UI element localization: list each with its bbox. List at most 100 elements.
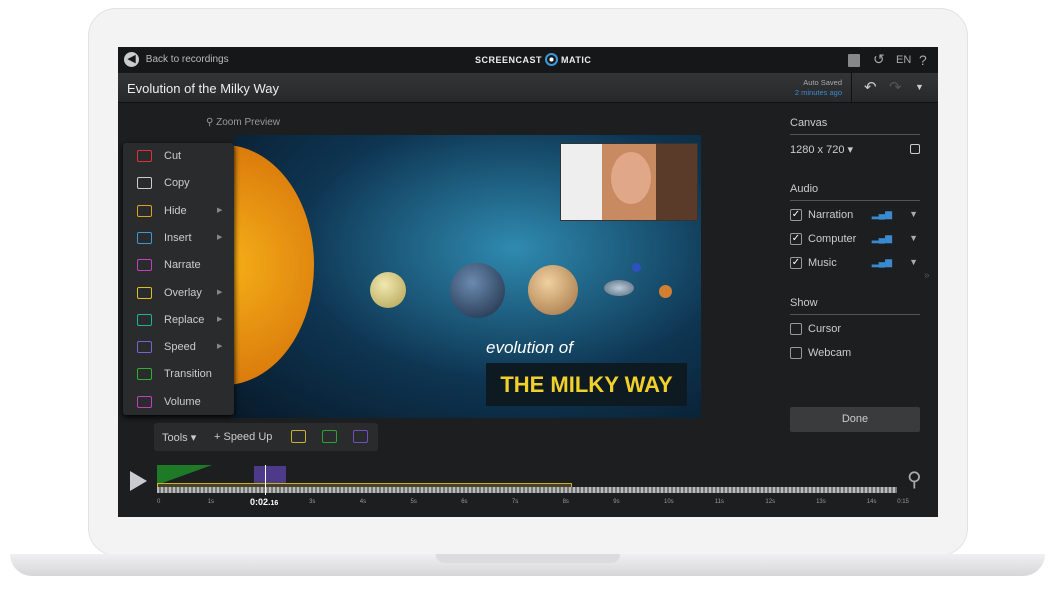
show-option-cursor[interactable]: Cursor <box>790 323 920 347</box>
redo-icon[interactable]: ↷ <box>889 78 902 96</box>
tools-menu-item-insert[interactable]: Insert ▶ <box>123 225 234 252</box>
logo: SCREENCAST MATIC <box>475 53 592 66</box>
back-button[interactable]: ◀ Back to recordings <box>124 52 229 68</box>
back-label: Back to recordings <box>145 54 229 65</box>
timeline-tick: 0 <box>157 499 161 505</box>
tools-menu: Cut Copy Hide ▶ Insert ▶ Narrate Overlay ▶ Replac… <box>123 143 234 415</box>
hide-icon <box>137 204 152 217</box>
app-screen: ◀ Back to recordings SCREENCAST MATIC ↺ … <box>118 47 938 517</box>
collapse-panel-icon[interactable]: » <box>924 270 930 281</box>
speed-up-button[interactable]: + Speed Up <box>214 431 272 443</box>
playhead[interactable] <box>265 465 266 495</box>
tools-menu-item-volume[interactable]: Volume <box>123 389 234 416</box>
transition-icon <box>137 368 152 381</box>
timeline-tick: 7s <box>511 499 519 505</box>
audio-option-music[interactable]: ✓ Music ▂▄▆ ▼ <box>790 257 920 281</box>
checkbox[interactable]: ✓ <box>790 257 802 270</box>
title-bar: Evolution of the Milky Way Auto Saved 2 … <box>118 73 938 103</box>
canvas-size-dropdown[interactable]: 1280 x 720 ▾ <box>790 143 920 167</box>
submenu-arrow-icon: ▶ <box>217 343 223 351</box>
canvas-heading: Canvas <box>790 117 920 135</box>
timeline-tick: 8s <box>562 499 569 505</box>
timeline-track[interactable] <box>157 465 897 495</box>
autosave-status: Auto Saved 2 minutes ago <box>794 78 842 97</box>
narrate-icon <box>137 259 152 272</box>
logo-circle-icon <box>545 53 559 66</box>
submenu-arrow-icon: ▶ <box>217 206 223 214</box>
audio-option-computer[interactable]: ✓ Computer ▂▄▆ ▼ <box>790 233 920 257</box>
checkbox[interactable] <box>790 347 802 360</box>
transition-marker <box>157 465 212 485</box>
submenu-arrow-icon: ▶ <box>217 233 223 241</box>
tools-menu-item-overlay[interactable]: Overlay ▶ <box>123 280 234 307</box>
overlay-subtitle: evolution of <box>486 338 573 357</box>
show-option-webcam[interactable]: Webcam <box>790 347 920 371</box>
tools-menu-item-narrate[interactable]: Narrate <box>123 252 234 279</box>
search-icon: ⚲ <box>206 117 214 128</box>
webcam-overlay[interactable] <box>560 143 698 221</box>
tools-menu-item-replace[interactable]: Replace ▶ <box>123 307 234 334</box>
timeline-tick: 3s <box>309 499 316 505</box>
timeline-tick: 12s <box>765 499 776 505</box>
timeline-tick: 11s <box>714 499 724 505</box>
volume-segment <box>254 466 286 483</box>
timeline-tick: 1s <box>207 499 215 505</box>
checkbox[interactable]: ✓ <box>790 233 802 246</box>
speed-icon <box>137 341 152 354</box>
volume-icon <box>137 395 152 408</box>
laptop-notch <box>436 554 620 563</box>
timeline-toolbar: Tools ▾ + Speed Up <box>154 423 378 451</box>
chevron-down-icon[interactable]: ▼ <box>909 209 918 219</box>
webcam-face <box>611 152 651 204</box>
timeline-tick: 14s <box>866 499 877 505</box>
tools-menu-item-cut[interactable]: Cut <box>123 143 234 170</box>
chevron-down-icon[interactable]: ▼ <box>909 257 918 267</box>
undo-icon[interactable]: ↶ <box>864 78 877 96</box>
overlay-icon <box>137 286 152 299</box>
timeline-tick: 4s <box>359 499 367 505</box>
volume-level-icon: ▂▄▆ <box>871 233 892 243</box>
replace-icon <box>137 313 152 326</box>
timeline-tick: 9s <box>613 499 620 505</box>
submenu-arrow-icon: ▶ <box>217 288 223 296</box>
checklist-icon[interactable] <box>848 54 860 67</box>
tools-menu-item-copy[interactable]: Copy <box>123 170 234 197</box>
timeline-zoom-icon[interactable]: ⚲ <box>907 467 922 492</box>
timeline-tick: 5s <box>410 499 417 505</box>
show-heading: Show <box>790 297 920 315</box>
back-arrow-icon: ◀ <box>124 52 139 67</box>
language-button[interactable]: EN <box>896 54 911 66</box>
checkbox[interactable]: ✓ <box>790 209 802 222</box>
history-icon[interactable]: ↺ <box>873 51 885 68</box>
top-bar: ◀ Back to recordings SCREENCAST MATIC ↺ … <box>118 47 938 73</box>
chevron-down-icon[interactable]: ▼ <box>909 233 918 243</box>
more-dropdown-icon[interactable]: ▼ <box>915 82 924 92</box>
play-button[interactable] <box>130 471 147 491</box>
video-preview: evolution of THE MILKY WAY <box>134 135 701 418</box>
help-button[interactable]: ? <box>919 52 927 68</box>
canvas-color-swatch <box>910 144 920 154</box>
volume-level-icon: ▂▄▆ <box>871 209 892 219</box>
timeline-tick: 0:15 <box>897 499 909 505</box>
audio-waveform <box>157 487 897 493</box>
project-title[interactable]: Evolution of the Milky Way <box>127 81 279 96</box>
cut-icon <box>137 150 152 162</box>
audio-heading: Audio <box>790 183 920 201</box>
tools-dropdown[interactable]: Tools ▾ <box>162 431 196 444</box>
tools-menu-item-hide[interactable]: Hide ▶ <box>123 198 234 225</box>
tools-menu-item-transition[interactable]: Transition <box>123 361 234 388</box>
overlay-title: THE MILKY WAY <box>486 363 687 406</box>
timeline-tick: 10s <box>664 499 674 505</box>
volume-quick-icon[interactable] <box>353 430 368 443</box>
volume-level-icon: ▂▄▆ <box>871 257 892 267</box>
right-panel: Canvas 1280 x 720 ▾ Audio ✓ Narration ▂▄▆ ▼… <box>790 117 920 432</box>
checkbox[interactable] <box>790 323 802 336</box>
tools-menu-item-speed[interactable]: Speed ▶ <box>123 334 234 361</box>
timeline-tick: 13s <box>816 499 826 505</box>
overlay-quick-icon[interactable] <box>291 430 306 443</box>
audio-option-narration[interactable]: ✓ Narration ▂▄▆ ▼ <box>790 209 920 233</box>
transition-quick-icon[interactable] <box>322 430 337 443</box>
zoom-preview-button[interactable]: ⚲ Zoom Preview <box>206 117 280 128</box>
done-button[interactable]: Done <box>790 407 920 432</box>
copy-icon <box>137 177 152 190</box>
